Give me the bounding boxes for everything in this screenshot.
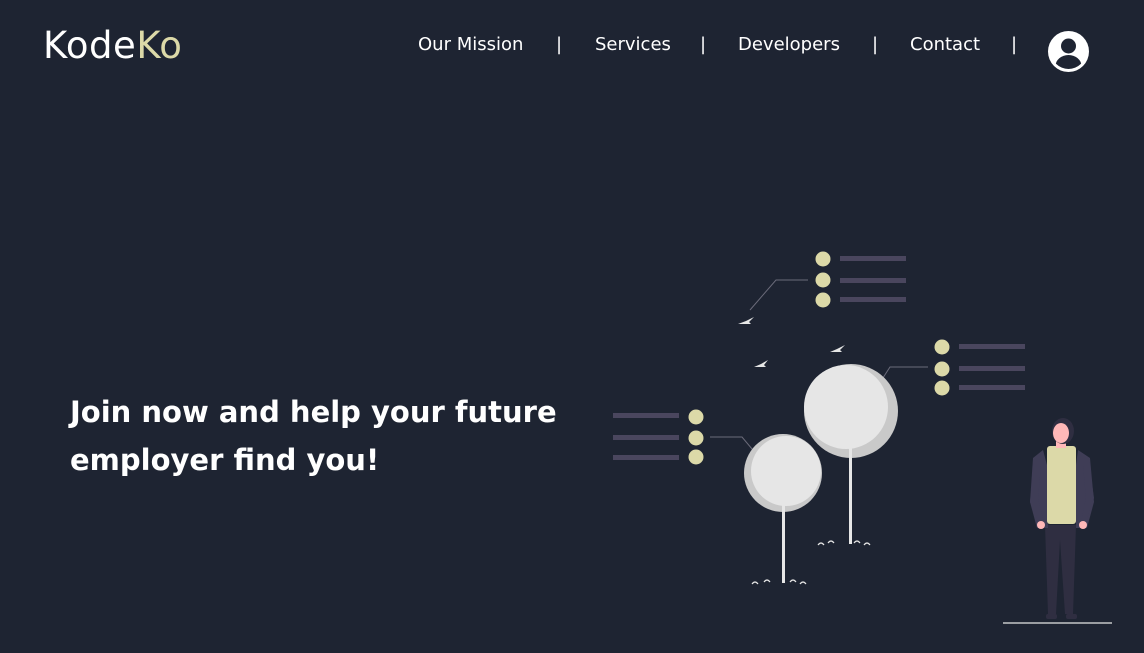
landing-page: KodeKo Our Mission | Services | Develope…: [0, 0, 1144, 653]
user-circle-icon[interactable]: [1048, 31, 1089, 72]
hero-headline-line2: employer find you!: [70, 443, 380, 477]
list-group-right: [869, 339, 1025, 399]
nav-separator: |: [700, 34, 707, 55]
nav-item-services[interactable]: Services: [595, 34, 671, 55]
tree-small: [744, 434, 822, 585]
nav-separator: |: [872, 34, 879, 55]
nav-item-contact[interactable]: Contact: [910, 34, 980, 55]
nav-separator: |: [556, 34, 563, 55]
person-figure: [1003, 418, 1112, 624]
list-group-left: [613, 409, 769, 469]
nav-separator: |: [1011, 34, 1018, 55]
hero-headline-line1: Join now and help your future: [70, 395, 557, 429]
nav-item-our-mission[interactable]: Our Mission: [418, 34, 523, 55]
hero-illustration: [600, 240, 1130, 644]
list-group-top: [749, 251, 906, 311]
brand-name-accent: Ko: [136, 24, 183, 67]
nav-item-developers[interactable]: Developers: [738, 34, 840, 55]
brand-name-primary: Kode: [43, 24, 137, 67]
hero-headline: Join now and help your future employer f…: [70, 388, 570, 484]
birds: [738, 317, 845, 367]
tree-large: [804, 364, 898, 546]
brand-logo[interactable]: KodeKo: [43, 24, 182, 68]
